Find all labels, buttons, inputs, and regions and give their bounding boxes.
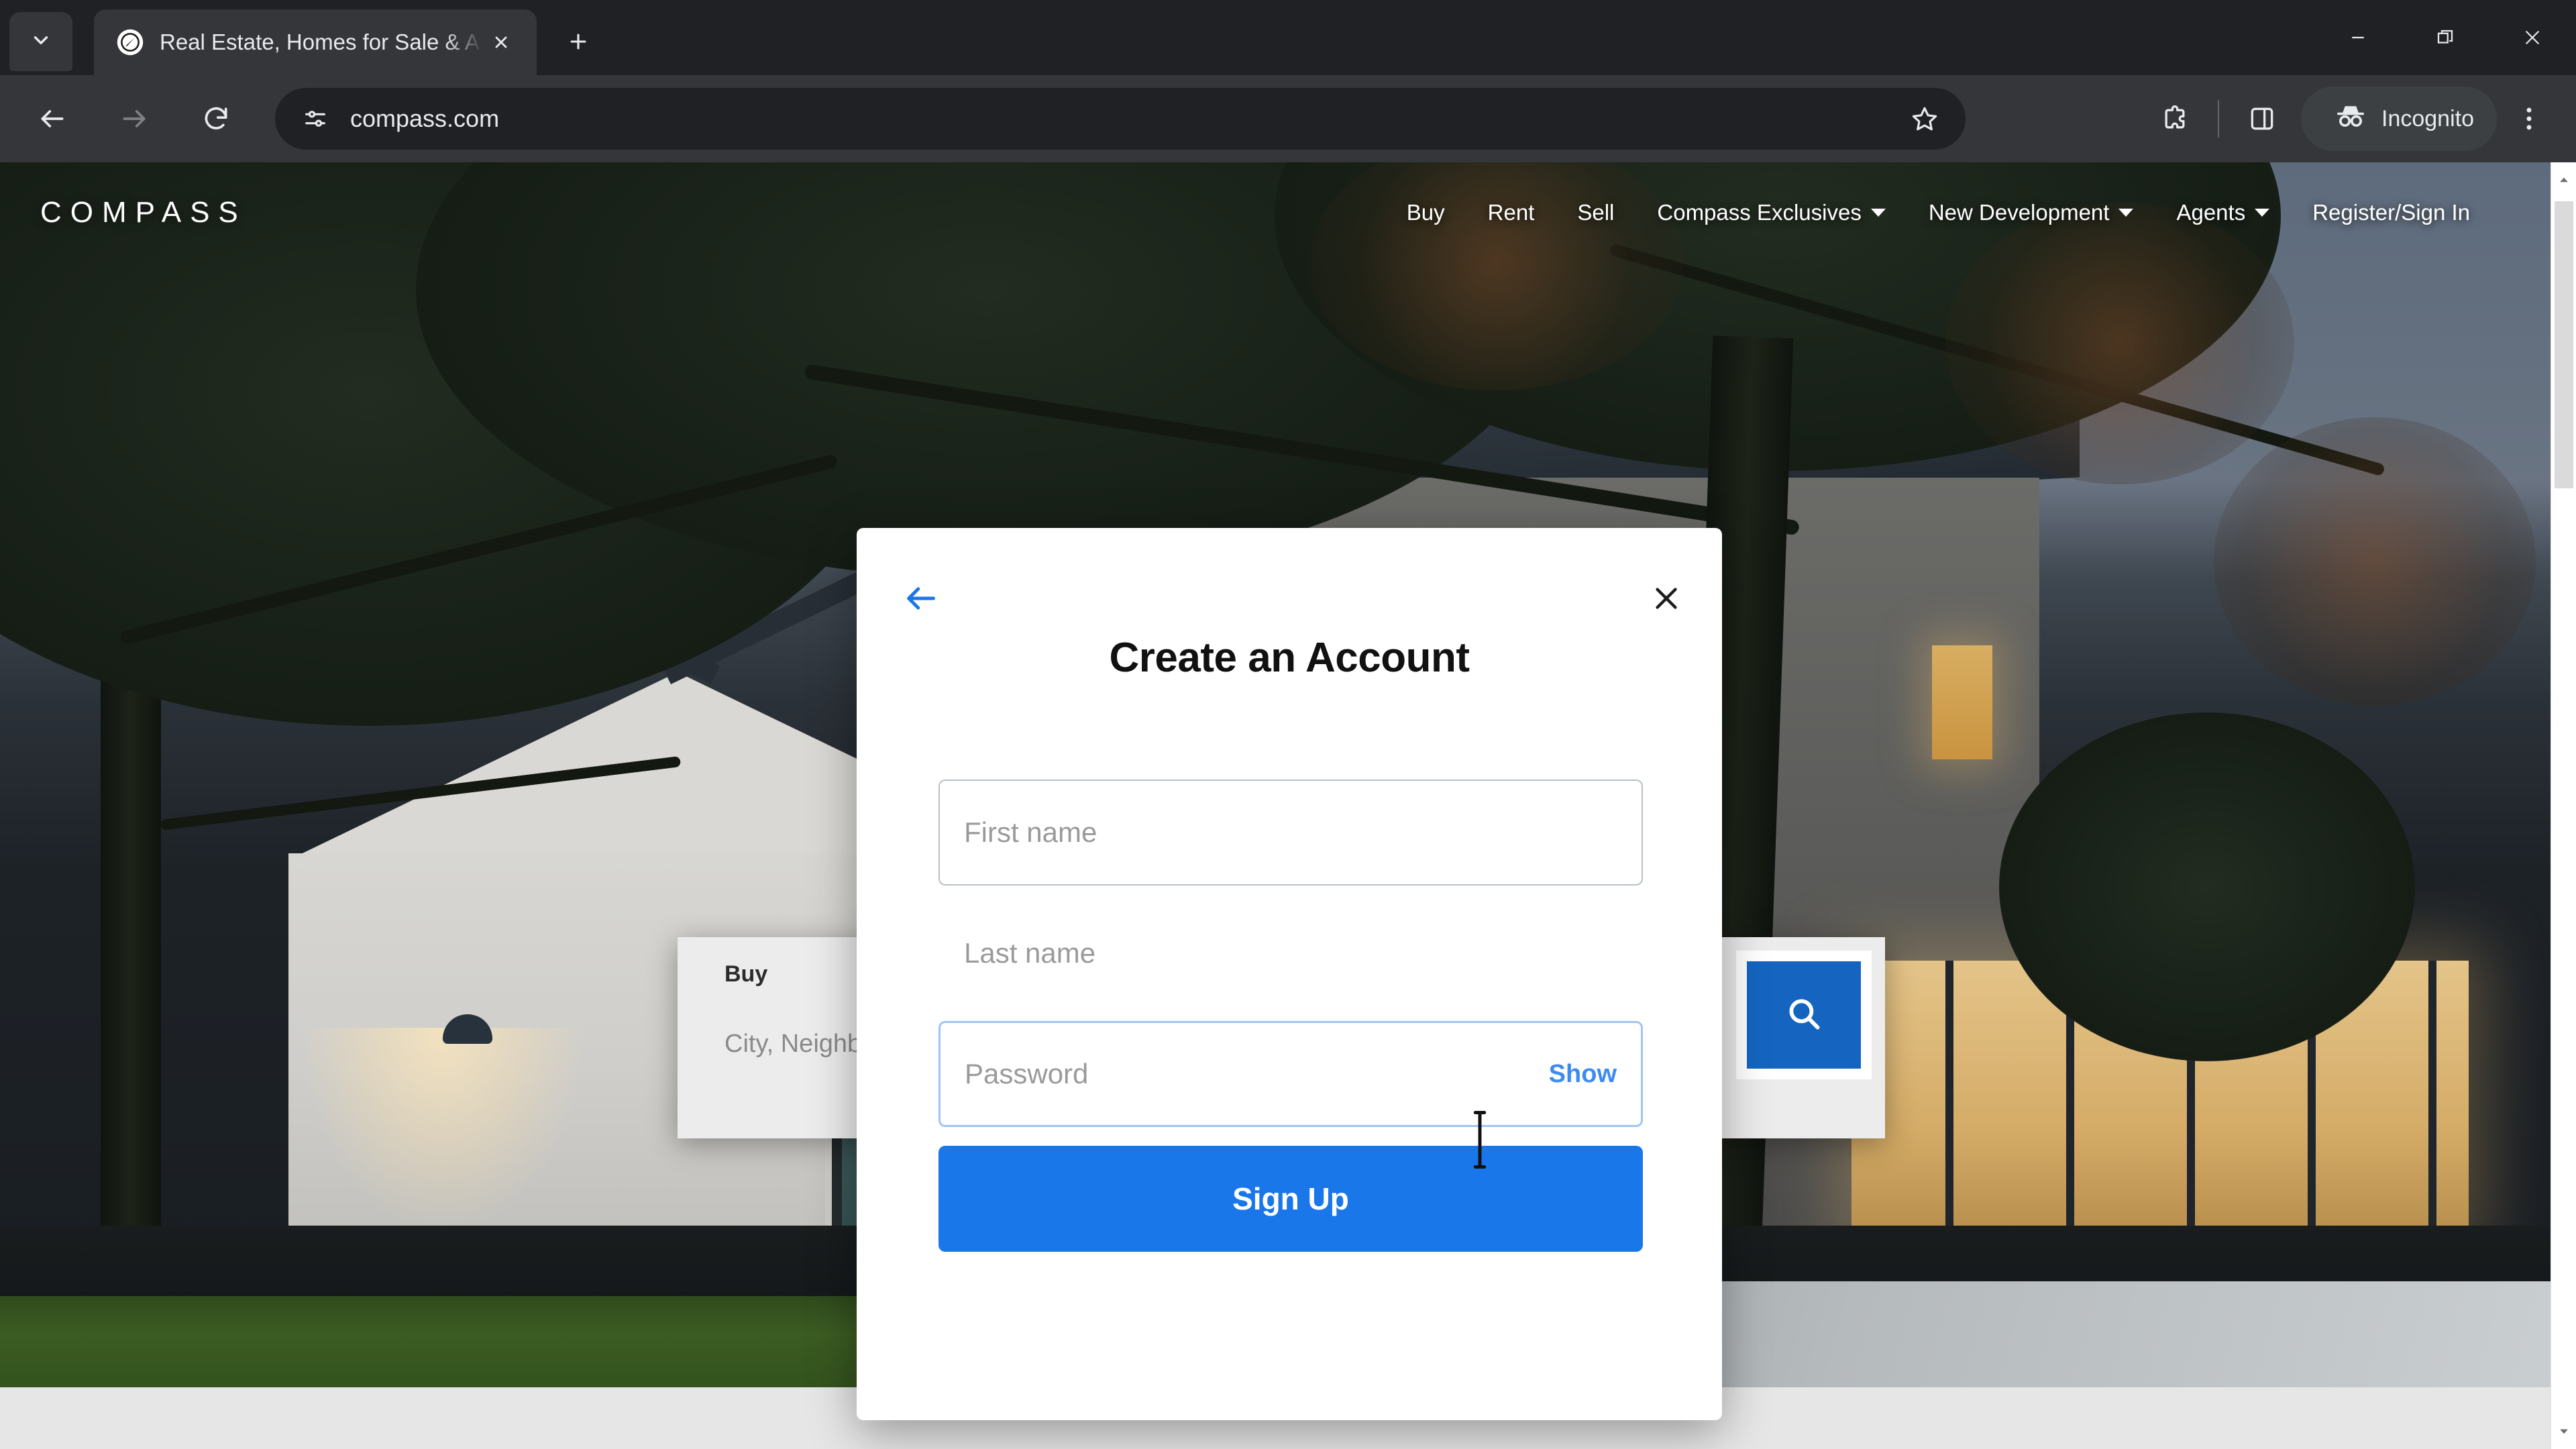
- toolbar-divider: [2218, 100, 2219, 138]
- new-tab-plus-icon[interactable]: [557, 20, 600, 63]
- first-name-placeholder: First name: [964, 816, 1097, 848]
- back-arrow-icon[interactable]: [17, 84, 87, 154]
- forward-arrow-icon[interactable]: [99, 84, 169, 154]
- search-submit-button[interactable]: [1747, 961, 1861, 1069]
- nav-item-new-development[interactable]: New Development: [1929, 200, 2134, 225]
- side-panel-icon[interactable]: [2230, 87, 2294, 151]
- compass-logo[interactable]: COMPASS: [40, 196, 247, 229]
- nav-label: Register/Sign In: [2312, 200, 2470, 225]
- password-placeholder: Password: [965, 1058, 1089, 1089]
- page-title: Create an Account: [1109, 635, 1470, 681]
- tab-title: Real Estate, Homes for Sale & A: [160, 30, 480, 54]
- address-bar[interactable]: compass.com: [275, 88, 1966, 150]
- browser-tab[interactable]: Real Estate, Homes for Sale & A: [94, 9, 537, 75]
- signup-form: First name Last name Password Show Sign …: [938, 780, 1643, 1252]
- nav-item-register-sign-in[interactable]: Register/Sign In: [2312, 200, 2470, 225]
- browser-window: Real Estate, Homes for Sale & A compass.…: [0, 0, 2576, 1449]
- incognito-label: Incognito: [2381, 105, 2474, 131]
- nav-item-buy[interactable]: Buy: [1407, 200, 1445, 225]
- nav-label: Rent: [1487, 200, 1535, 225]
- nav-label: Agents: [2176, 200, 2246, 225]
- chevron-down-icon: [1870, 209, 1886, 217]
- password-field[interactable]: Password Show: [938, 1021, 1643, 1127]
- site-nav-links: Buy Rent Sell Compass Exclusives New Dev…: [1407, 200, 2510, 225]
- nav-item-compass-exclusives[interactable]: Compass Exclusives: [1657, 200, 1886, 225]
- bookmark-star-icon[interactable]: [1901, 95, 1948, 142]
- text-cursor: [1470, 1110, 1489, 1170]
- nav-item-agents[interactable]: Agents: [2176, 200, 2270, 225]
- compass-favicon-icon: [115, 28, 145, 57]
- search-tab-buy[interactable]: Buy: [724, 961, 767, 987]
- chevron-down-icon: [2118, 209, 2134, 217]
- page-viewport: COMPASS Buy Rent Sell Compass Exclusives: [0, 162, 2576, 1449]
- address-bar-url: compass.com: [350, 105, 500, 132]
- sign-up-button[interactable]: Sign Up: [938, 1146, 1643, 1252]
- scrollbar-thumb[interactable]: [2555, 201, 2573, 488]
- tab-close-icon[interactable]: [483, 24, 519, 60]
- tab-search-button[interactable]: [9, 12, 72, 71]
- scroll-down-arrow-icon[interactable]: [2551, 1417, 2576, 1446]
- incognito-hat-icon: [2333, 99, 2368, 140]
- create-account-modal: Create an Account First name Last name P…: [857, 528, 1722, 1420]
- site-navigation: COMPASS Buy Rent Sell Compass Exclusives: [0, 162, 2551, 263]
- tab-strip: Real Estate, Homes for Sale & A: [0, 0, 2576, 75]
- last-name-field[interactable]: Last name: [938, 900, 1643, 1006]
- last-name-placeholder: Last name: [964, 937, 1096, 969]
- site-settings-tune-icon[interactable]: [298, 101, 333, 136]
- reload-icon[interactable]: [181, 84, 251, 154]
- extensions-puzzle-icon[interactable]: [2143, 87, 2207, 151]
- incognito-badge[interactable]: Incognito: [2301, 87, 2497, 151]
- window-controls: [2314, 0, 2576, 75]
- show-password-button[interactable]: Show: [1533, 1060, 1617, 1089]
- nav-label: Sell: [1577, 200, 1615, 225]
- restore-window-icon[interactable]: [2402, 0, 2489, 75]
- window-close-icon[interactable]: [2489, 0, 2576, 75]
- nav-label: Buy: [1406, 200, 1445, 225]
- modal-close-button[interactable]: [1643, 576, 1690, 623]
- tab-search-chevron-icon: [30, 29, 52, 55]
- scroll-up-arrow-icon[interactable]: [2551, 165, 2576, 195]
- nav-label: New Development: [1928, 200, 2110, 225]
- nav-label: Compass Exclusives: [1657, 200, 1862, 225]
- first-name-field[interactable]: First name: [938, 780, 1643, 885]
- nav-item-sell[interactable]: Sell: [1577, 200, 1614, 225]
- chevron-down-icon: [2255, 209, 2270, 217]
- close-x-icon: [1651, 583, 1682, 617]
- nav-item-rent[interactable]: Rent: [1488, 200, 1535, 225]
- page-scrollbar[interactable]: [2551, 162, 2576, 1449]
- modal-back-button[interactable]: [897, 575, 944, 622]
- three-dot-menu-icon[interactable]: [2497, 87, 2561, 151]
- search-magnifier-icon: [1784, 994, 1823, 1036]
- minimize-icon[interactable]: [2314, 0, 2402, 75]
- browser-toolbar: compass.com Incognito: [0, 75, 2576, 162]
- toolbar-actions: Incognito: [2143, 87, 2576, 151]
